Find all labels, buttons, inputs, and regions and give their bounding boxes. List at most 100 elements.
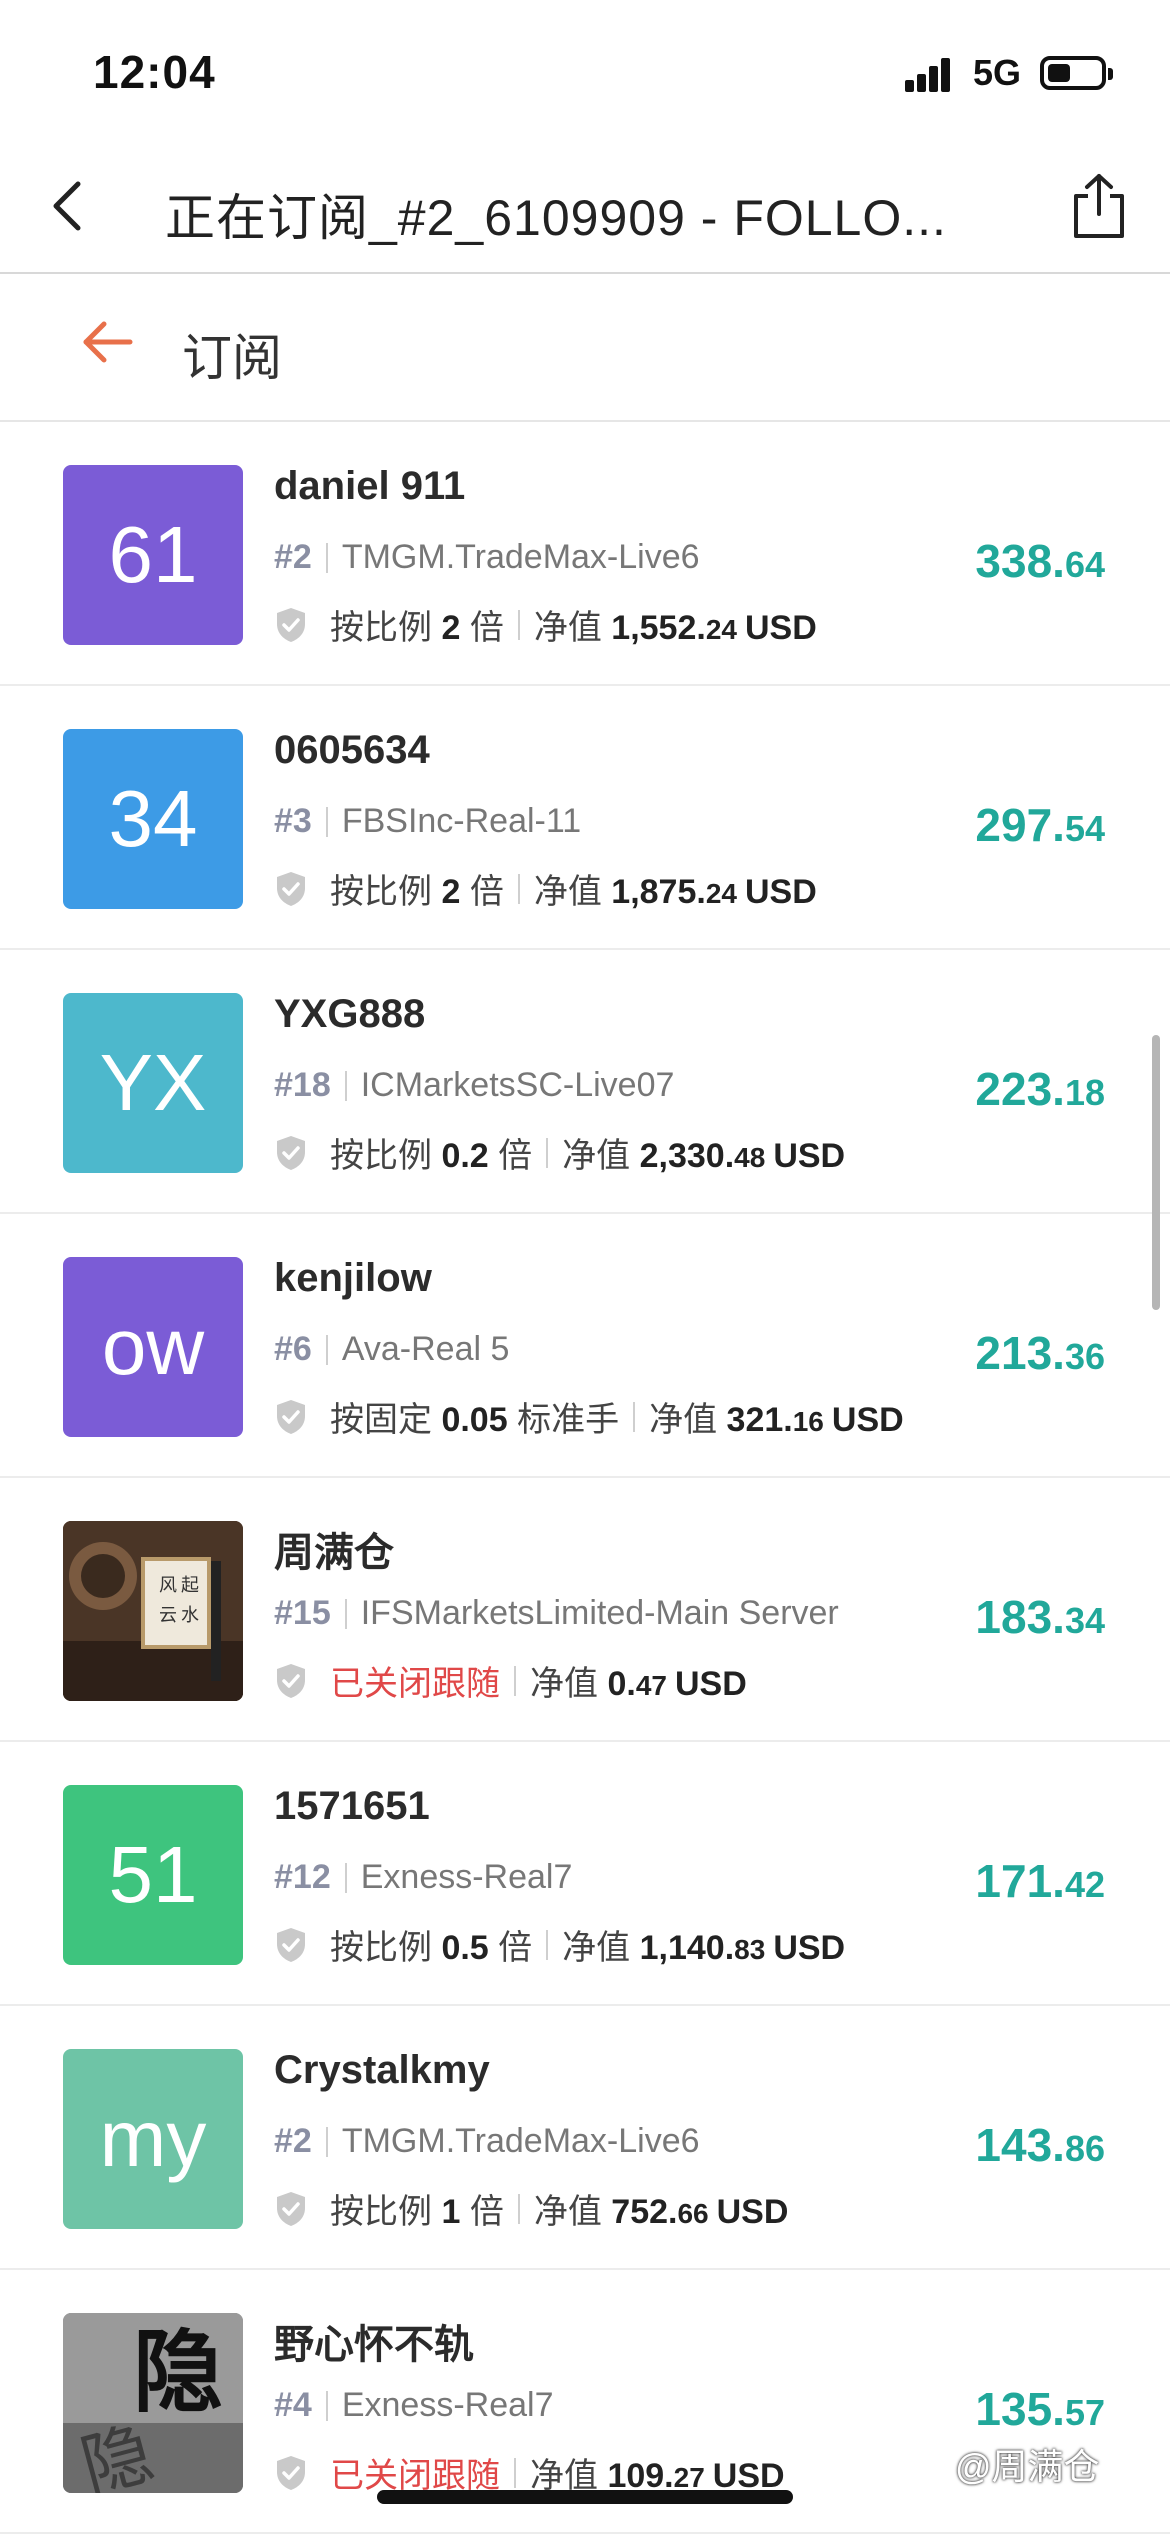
list-item[interactable]: my Crystalkmy #2 TMGM.TradeMax-Live6 按比例 1 倍… — [0, 2006, 1170, 2270]
profit-value: 297.54 — [975, 799, 1105, 851]
avatar-initials: 51 — [108, 1830, 198, 1919]
rank: #2 — [274, 538, 312, 576]
list-item[interactable]: 51 1571651 #12 Exness-Real7 按比例 0.5 倍净值 1,14… — [0, 1742, 1170, 2006]
scrollbar[interactable] — [1152, 1035, 1160, 1310]
shield-check-icon — [277, 1927, 305, 1962]
battery-icon — [1040, 56, 1113, 90]
section-header: 订阅 — [0, 274, 1170, 422]
server-name: Exness-Real7 — [341, 2386, 554, 2424]
shield-check-icon — [277, 1135, 305, 1170]
shield-check-icon — [277, 607, 305, 642]
divider — [325, 806, 328, 837]
rank: #2 — [274, 2122, 312, 2160]
divider — [633, 1401, 636, 1432]
signal-icon — [905, 56, 959, 92]
back-chevron-icon[interactable] — [42, 178, 98, 234]
equity: 净值 752.66 USD — [533, 2193, 789, 2231]
avatar: 61 — [63, 465, 243, 645]
server-info: #12 Exness-Real7 — [274, 1858, 572, 1897]
copy-mode: 按比例 1 倍 — [330, 2193, 504, 2231]
watermark: @周满仓 — [955, 2446, 1100, 2487]
server-name: TMGM.TradeMax-Live6 — [341, 538, 700, 576]
equity: 净值 1,875.24 USD — [533, 873, 817, 911]
list-item[interactable]: ow kenjilow #6 Ava-Real 5 按固定 0.05 标准手 净值 321… — [0, 1214, 1170, 1478]
rank: #3 — [274, 802, 312, 840]
copy-mode: 按比例 2 倍 — [330, 609, 504, 647]
divider — [514, 1665, 516, 1696]
profit-value: 171.42 — [975, 1855, 1105, 1907]
server-name: Ava-Real 5 — [341, 1330, 510, 1368]
subscription-list: 61 daniel 911 #2 TMGM.TradeMax-Live6 按比例 2 倍… — [0, 422, 1170, 2534]
list-item[interactable]: 61 daniel 911 #2 TMGM.TradeMax-Live6 按比例 2 倍… — [0, 422, 1170, 686]
divider — [546, 1137, 549, 1168]
list-item[interactable]: YX YXG888 #18 ICMarketsSC-Live07 按比例 0.2 倍净值… — [0, 950, 1170, 1214]
trader-name: YXG888 — [274, 992, 426, 1036]
copy-info: 按比例 2 倍净值 1,552.24 USD — [274, 600, 817, 649]
server-info: #6 Ava-Real 5 — [274, 1330, 509, 1369]
status-time: 12:04 — [93, 46, 216, 98]
equity: 净值 2,330.48 USD — [562, 1137, 846, 1175]
section-title: 订阅 — [182, 330, 282, 386]
ink-character-photo: 隐隐 — [63, 2313, 243, 2493]
divider — [514, 2457, 516, 2488]
status-closed: 已关闭跟随 — [330, 1665, 500, 1703]
server-info: #2 TMGM.TradeMax-Live6 — [274, 2122, 700, 2161]
equity: 净值 321.16 USD — [649, 1401, 904, 1439]
trader-name: Crystalkmy — [274, 2048, 490, 2092]
rank: #15 — [274, 1594, 331, 1632]
avatar: YX — [63, 993, 243, 1173]
divider — [325, 542, 328, 573]
server-name: TMGM.TradeMax-Live6 — [341, 2122, 700, 2160]
status-bar: 12:04 5G — [0, 0, 1170, 140]
copy-mode: 按固定 0.05 标准手 — [330, 1401, 620, 1439]
divider — [517, 609, 520, 640]
profit-value: 338.64 — [975, 535, 1105, 587]
server-name: Exness-Real7 — [360, 1858, 573, 1896]
avatar: 51 — [63, 1785, 243, 1965]
list-item[interactable]: 风起云水周满仓 #15 IFSMarketsLimited-Main Server 已… — [0, 1478, 1170, 1742]
list-item[interactable]: 34 0605634 #3 FBSInc-Real-11 按比例 2 倍净值 1,875… — [0, 686, 1170, 950]
profit-value: 223.18 — [975, 1063, 1105, 1115]
equity: 净值 1,140.83 USD — [562, 1929, 846, 1967]
trader-name: daniel 911 — [274, 464, 466, 508]
share-icon[interactable] — [1068, 172, 1130, 240]
copy-mode: 按比例 2 倍 — [330, 873, 504, 911]
navigation-bar: 正在订阅_#2_6109909 - FOLLO... — [0, 140, 1170, 274]
svg-text:水: 水 — [181, 1605, 199, 1625]
home-indicator — [377, 2490, 793, 2504]
calligraphy-photo: 风起云水 — [63, 1521, 243, 1701]
avatar-initials: YX — [99, 1038, 207, 1127]
avatar: 风起云水 — [63, 1521, 243, 1701]
svg-text:云: 云 — [159, 1605, 177, 1625]
page-title: 正在订阅_#2_6109909 - FOLLO... — [165, 190, 947, 246]
shield-check-icon — [277, 2455, 305, 2490]
rank: #18 — [274, 1066, 331, 1104]
copy-info: 按比例 0.5 倍净值 1,140.83 USD — [274, 1920, 845, 1969]
copy-info: 按比例 2 倍净值 1,875.24 USD — [274, 864, 817, 913]
svg-text:隐: 隐 — [133, 2323, 223, 2423]
profit-value: 213.36 — [975, 1327, 1105, 1379]
trader-name: kenjilow — [274, 1256, 432, 1300]
equity: 净值 1,552.24 USD — [533, 609, 817, 647]
avatar: 34 — [63, 729, 243, 909]
profit-value: 135.57 — [975, 2383, 1105, 2435]
shield-check-icon — [277, 2191, 305, 2226]
trader-name: 1571651 — [274, 1784, 430, 1828]
server-info: #18 ICMarketsSC-Live07 — [274, 1066, 674, 1105]
server-name: FBSInc-Real-11 — [341, 802, 582, 840]
network-type: 5G — [973, 52, 1022, 93]
rank: #6 — [274, 1330, 312, 1368]
avatar: ow — [63, 1257, 243, 1437]
divider — [325, 2390, 328, 2421]
svg-text:起: 起 — [181, 1575, 199, 1595]
shield-check-icon — [277, 1663, 305, 1698]
divider — [344, 1598, 347, 1629]
back-arrow-icon[interactable] — [80, 314, 136, 370]
server-info: #3 FBSInc-Real-11 — [274, 802, 581, 841]
avatar-initials: ow — [101, 1302, 205, 1391]
copy-info: 按比例 1 倍净值 752.66 USD — [274, 2184, 788, 2233]
divider — [325, 1334, 328, 1365]
avatar-initials: 34 — [108, 774, 198, 863]
server-info: #2 TMGM.TradeMax-Live6 — [274, 538, 700, 577]
avatar-initials: 61 — [108, 510, 198, 599]
